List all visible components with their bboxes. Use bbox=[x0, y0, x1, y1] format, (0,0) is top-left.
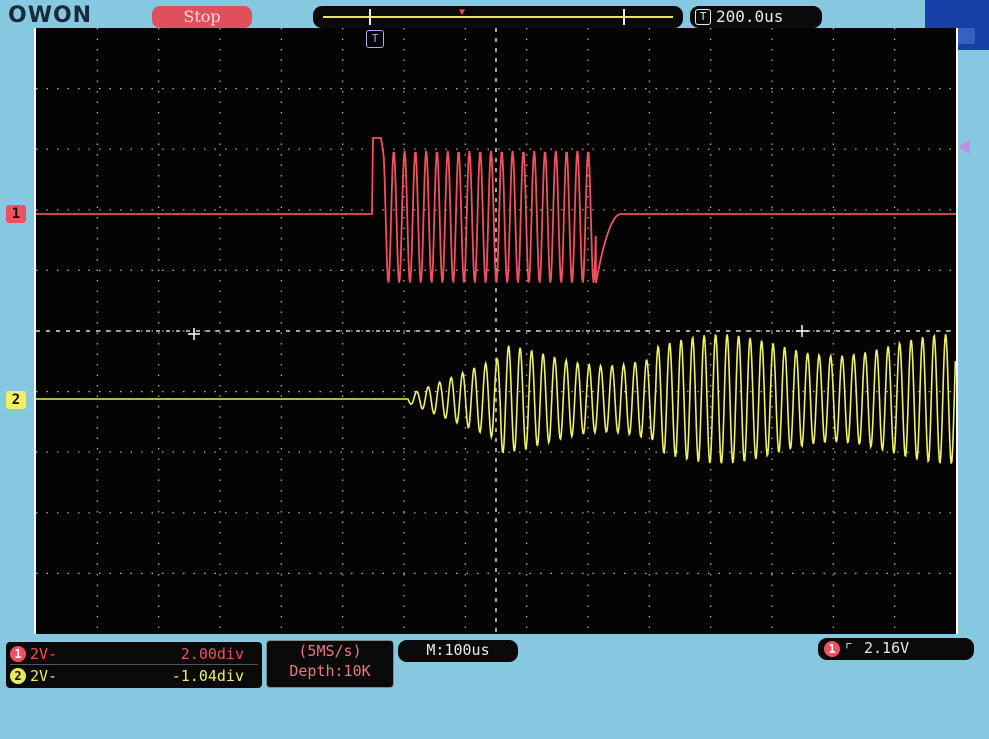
acquisition-info-panel: (5MS/s) Depth:10K bbox=[266, 640, 394, 688]
trigger-horizontal-position[interactable]: T 200.0us bbox=[690, 6, 822, 28]
ch2-volts-div: 2V- bbox=[30, 667, 58, 685]
channel-settings-panel: 1 2V- 2.00div 2 2V- -1.04div bbox=[6, 642, 262, 688]
trigger-info-panel[interactable]: 1 ⌜ 2.16V bbox=[818, 638, 974, 660]
ch2-ground-marker[interactable]: 2 bbox=[6, 391, 26, 409]
waveform-display bbox=[34, 28, 958, 634]
view-window-right-tick bbox=[623, 9, 625, 25]
waveform-svg bbox=[36, 28, 956, 634]
memory-track-line bbox=[323, 16, 673, 18]
trigger-position-marker-icon: ▼ bbox=[459, 7, 466, 18]
ch2-settings-row[interactable]: 2 2V- -1.04div bbox=[10, 666, 258, 686]
ch2-dot-icon: 2 bbox=[10, 668, 26, 684]
ch1-ground-marker[interactable]: 1 bbox=[6, 205, 26, 223]
main-timebase-label[interactable]: M:100us bbox=[398, 640, 518, 662]
memory-depth: Depth:10K bbox=[289, 662, 371, 680]
rising-edge-icon: ⌜ bbox=[844, 639, 854, 658]
trigger-position-bar[interactable]: ▼ bbox=[313, 6, 683, 28]
ch1-dot-icon: 1 bbox=[10, 646, 26, 662]
ch1-offset: 2.00div bbox=[180, 645, 244, 663]
trigger-position-value: 200.0us bbox=[716, 7, 784, 26]
ch2-offset: -1.04div bbox=[171, 667, 244, 685]
view-window-left-tick bbox=[369, 9, 371, 25]
ch1-settings-row[interactable]: 1 2V- 2.00div bbox=[10, 644, 258, 665]
trigger-level-arrow-icon[interactable] bbox=[958, 140, 970, 154]
ch1-volts-div: 2V- bbox=[30, 645, 58, 663]
trigger-t-icon: T bbox=[695, 9, 711, 25]
brand-logo: OWON bbox=[8, 3, 93, 28]
trigger-point-marker[interactable]: T bbox=[366, 30, 384, 48]
trigger-source-dot-icon: 1 bbox=[824, 641, 840, 657]
trigger-level-value: 2.16V bbox=[864, 639, 910, 657]
run-stop-status-badge[interactable]: Stop bbox=[152, 6, 252, 28]
sample-rate: (5MS/s) bbox=[298, 642, 362, 660]
